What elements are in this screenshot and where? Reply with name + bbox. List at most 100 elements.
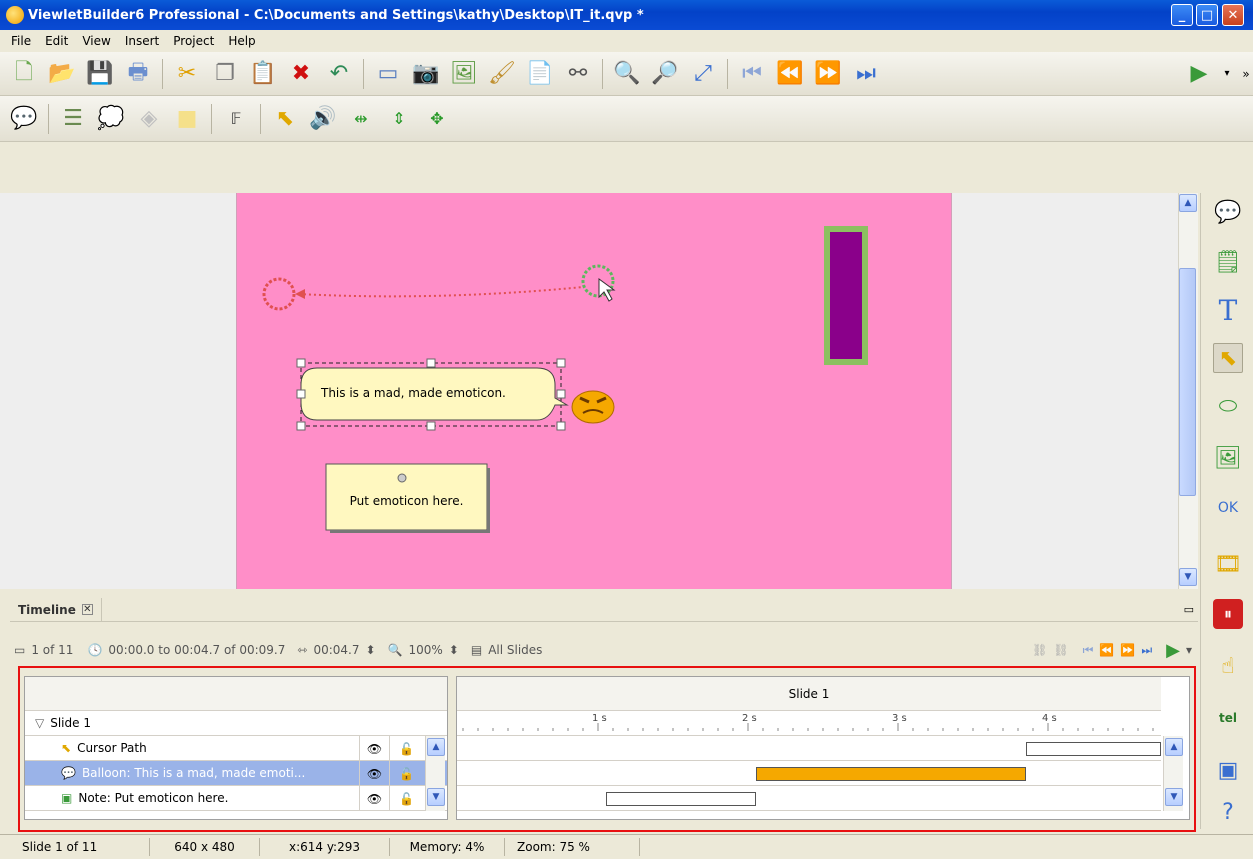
- first-slide-icon[interactable]: ⏮: [736, 58, 768, 90]
- cursor-select-icon[interactable]: ⬉: [269, 103, 301, 135]
- duration-field[interactable]: 00:04.7: [313, 643, 359, 657]
- all-slides-button[interactable]: All Slides: [488, 643, 542, 657]
- forward-icon[interactable]: ⏩: [1120, 643, 1135, 657]
- cut-icon[interactable]: ✂: [171, 58, 203, 90]
- open-folder-icon[interactable]: 📂: [46, 58, 78, 90]
- callout-icon[interactable]: 💬: [1213, 197, 1243, 227]
- slide-stage[interactable]: This is a mad, made emoticon. Put emotic…: [236, 193, 952, 589]
- cursor-icon[interactable]: ⬉: [1213, 343, 1243, 373]
- scroll-up-icon[interactable]: ▲: [1165, 738, 1183, 756]
- visibility-icon[interactable]: 👁: [359, 761, 389, 786]
- close-button[interactable]: ✕: [1222, 4, 1244, 26]
- first-icon[interactable]: ⏮: [1083, 643, 1094, 658]
- align-center-icon[interactable]: ✥: [421, 103, 453, 135]
- stepper-icon[interactable]: ⬍: [365, 643, 375, 657]
- align-horizontal-icon[interactable]: ⇹: [345, 103, 377, 135]
- image-slide-icon[interactable]: 🖼: [448, 58, 480, 90]
- text-icon[interactable]: T: [1213, 294, 1243, 327]
- brush-icon[interactable]: 🖌: [486, 58, 518, 90]
- font-icon[interactable]: 𝔽: [220, 103, 252, 135]
- tracks-scrollbar[interactable]: ▲ ▼: [1163, 736, 1183, 811]
- scroll-down-icon[interactable]: ▼: [1165, 788, 1183, 806]
- visibility-icon[interactable]: 👁: [359, 786, 389, 811]
- visibility-icon[interactable]: 👁: [359, 736, 389, 761]
- rewind-icon[interactable]: ⏪: [774, 58, 806, 90]
- timeline-bar[interactable]: [605, 792, 756, 806]
- link-add-icon[interactable]: ⛓: [1032, 643, 1047, 657]
- scroll-up-icon[interactable]: ▲: [427, 738, 445, 756]
- menu-insert[interactable]: Insert: [118, 34, 166, 48]
- fill-icon[interactable]: ◈: [133, 103, 165, 135]
- menu-project[interactable]: Project: [166, 34, 221, 48]
- sound-icon[interactable]: 🔊: [307, 103, 339, 135]
- tab-timeline[interactable]: Timeline ✕: [10, 597, 102, 622]
- chevron-down-icon[interactable]: ▾: [1221, 58, 1233, 90]
- properties-icon[interactable]: 📄: [524, 58, 556, 90]
- help-icon[interactable]: ?: [1213, 797, 1243, 827]
- menu-edit[interactable]: Edit: [38, 34, 75, 48]
- scroll-thumb[interactable]: [1179, 268, 1196, 496]
- layer-row[interactable]: ▣ Note: Put emoticon here. 👁 🔓: [25, 786, 447, 811]
- menu-help[interactable]: Help: [221, 34, 262, 48]
- preview-icon[interactable]: ▶: [1183, 58, 1215, 90]
- zoom-fit-icon[interactable]: ⤢: [687, 58, 719, 90]
- lock-icon[interactable]: 🔓: [389, 736, 423, 761]
- binoculars-icon[interactable]: ⚯: [562, 58, 594, 90]
- scroll-down-icon[interactable]: ▼: [427, 788, 445, 806]
- paste-icon[interactable]: 📋: [247, 58, 279, 90]
- pause-icon[interactable]: ⏸: [1213, 599, 1243, 629]
- link-remove-icon[interactable]: ⛓: [1053, 643, 1068, 657]
- stepper-icon[interactable]: ⬍: [449, 643, 459, 657]
- slide-row[interactable]: ▽ Slide 1: [25, 711, 447, 736]
- save-icon[interactable]: 💾: [84, 58, 116, 90]
- shape-icon[interactable]: ⬭: [1213, 391, 1243, 421]
- play-icon[interactable]: ▶: [1166, 640, 1180, 661]
- new-file-icon[interactable]: 🗋: [8, 58, 40, 90]
- last-slide-icon[interactable]: ⏭: [850, 58, 882, 90]
- menu-file[interactable]: File: [4, 34, 38, 48]
- list-icon[interactable]: ☰: [57, 103, 89, 135]
- button-icon[interactable]: OK: [1213, 493, 1243, 523]
- capture-icon[interactable]: 📷: [410, 58, 442, 90]
- new-slide-icon[interactable]: ▭: [372, 58, 404, 90]
- copy-icon[interactable]: ❐: [209, 58, 241, 90]
- balloon-icon[interactable]: 💭: [95, 103, 127, 135]
- scroll-down-icon[interactable]: ▼: [1179, 568, 1197, 586]
- lock-icon[interactable]: 🔓: [389, 761, 423, 786]
- chevron-down-icon[interactable]: ▾: [1186, 643, 1192, 657]
- menu-view[interactable]: View: [75, 34, 117, 48]
- overflow-icon[interactable]: »: [1239, 58, 1253, 90]
- zoom-in-icon[interactable]: 🔍: [611, 58, 643, 90]
- minimize-button[interactable]: _: [1171, 4, 1193, 26]
- callout-disabled-icon[interactable]: 💬: [8, 103, 40, 135]
- delete-icon[interactable]: ✖: [285, 58, 317, 90]
- timeline-bar[interactable]: [755, 767, 1026, 781]
- rewind-icon[interactable]: ⏪: [1099, 643, 1114, 657]
- image-icon[interactable]: 🖼: [1213, 443, 1243, 473]
- window-icon[interactable]: ▣: [1213, 755, 1243, 785]
- note-icon[interactable]: 🗒: [1213, 247, 1243, 277]
- layer-row[interactable]: ⬉ Cursor Path 👁 🔓: [25, 736, 447, 761]
- zoom-out-icon[interactable]: 🔎: [649, 58, 681, 90]
- maximize-button[interactable]: □: [1196, 4, 1218, 26]
- expand-icon[interactable]: ▽: [35, 716, 44, 730]
- layers-scrollbar[interactable]: ▲ ▼: [425, 736, 445, 811]
- media-icon[interactable]: 🎞: [1213, 549, 1243, 579]
- tel-icon[interactable]: tel: [1213, 703, 1243, 733]
- minimize-panel-icon[interactable]: ▭: [1184, 603, 1194, 616]
- align-vertical-icon[interactable]: ⇕: [383, 103, 415, 135]
- lock-icon[interactable]: 🔓: [389, 786, 423, 811]
- fast-forward-icon[interactable]: ⏩: [812, 58, 844, 90]
- last-icon[interactable]: ⏭: [1141, 643, 1152, 658]
- undo-icon[interactable]: ↶: [323, 58, 355, 90]
- layer-row-selected[interactable]: 💬 Balloon: This is a mad, made emoti... …: [25, 761, 447, 786]
- color-box-icon[interactable]: ■: [171, 103, 203, 135]
- print-icon[interactable]: 🖶: [122, 58, 154, 90]
- zoom-field[interactable]: 100%: [408, 643, 442, 657]
- scroll-up-icon[interactable]: ▲: [1179, 194, 1197, 212]
- close-tab-icon[interactable]: ✕: [81, 604, 93, 615]
- click-icon[interactable]: ☝: [1213, 651, 1243, 681]
- note-text[interactable]: Put emoticon here.: [326, 494, 487, 508]
- timeline-bar[interactable]: [1025, 742, 1161, 756]
- balloon-text[interactable]: This is a mad, made emoticon.: [321, 386, 541, 400]
